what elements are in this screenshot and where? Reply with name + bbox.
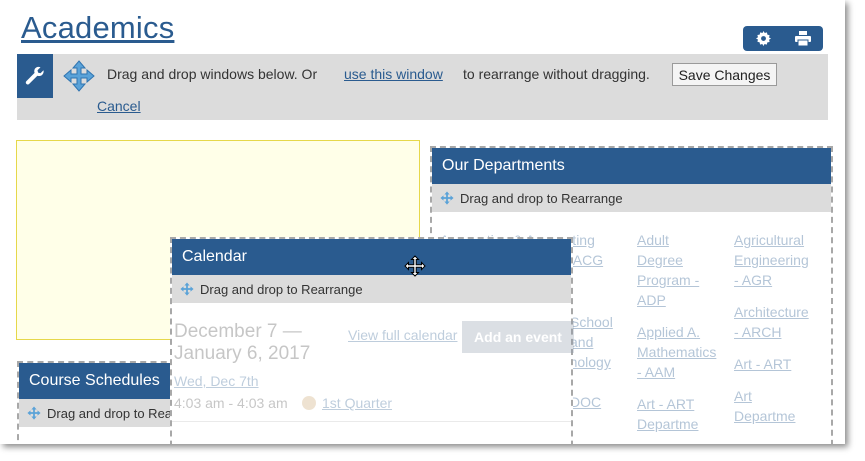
calendar-body: December 7 — January 6, 2017 View full c… (172, 303, 574, 444)
edit-instruction: Drag and drop windows below. Or (107, 66, 318, 82)
department-link[interactable]: Art - ART Departme (637, 394, 717, 434)
move-arrows-icon (63, 60, 95, 92)
page-title[interactable]: Academics (21, 10, 174, 46)
printer-icon (795, 31, 811, 46)
department-link[interactable]: Adult Degree Program - ADP (637, 230, 717, 310)
move-cursor-icon (404, 255, 426, 277)
settings-button[interactable] (743, 26, 783, 51)
department-link[interactable]: Art Departme (734, 386, 814, 426)
event-time: 4:03 am - 4:03 am (174, 395, 288, 411)
department-link[interactable]: Architecture - ARCH (734, 302, 814, 342)
move-arrows-icon (27, 406, 41, 420)
view-full-calendar-link[interactable]: View full calendar (348, 327, 457, 343)
drag-label: Drag and drop to Rearrange (200, 281, 363, 297)
window-title[interactable]: Our Departments (432, 148, 831, 184)
add-event-button[interactable]: Add an event (462, 321, 574, 353)
use-this-window-link[interactable]: use this window (344, 66, 443, 82)
department-link[interactable]: and (570, 332, 610, 352)
move-arrows-icon (180, 282, 194, 296)
drag-label: Drag and drop to Rea (47, 405, 173, 421)
department-link[interactable]: Agricultural Engineering - AGR (734, 230, 814, 290)
department-link[interactable]: Applied A. Mathematics - AAM (637, 322, 717, 382)
divider (172, 421, 572, 422)
drag-handle[interactable]: Drag and drop to Rearrange (432, 184, 831, 212)
print-button[interactable] (783, 26, 823, 51)
edit-layout-bar: Drag and drop windows below. Or use this… (17, 54, 828, 120)
wrench-icon (25, 66, 44, 85)
move-arrows-icon (440, 191, 454, 205)
calendar-day-link[interactable]: Wed, Dec 7th (174, 373, 259, 389)
course-schedules-window: Course Schedules Drag and drop to Rea (17, 361, 177, 444)
window-title[interactable]: Course Schedules (19, 363, 175, 399)
edit-instruction-tail: to rearrange without dragging. (463, 66, 650, 82)
gear-icon (755, 31, 771, 46)
drag-handle[interactable]: Drag and drop to Rearrange (172, 275, 571, 303)
wrench-button[interactable] (17, 54, 53, 98)
cancel-link[interactable]: Cancel (97, 98, 141, 114)
calendar-date-range: December 7 — January 6, 2017 (174, 321, 311, 364)
department-column: Agricultural Engineering - AGR Architect… (734, 230, 814, 438)
moon-phase-icon (302, 396, 316, 410)
department-link[interactable]: School (570, 312, 613, 332)
page-tools (743, 26, 823, 51)
drag-label: Drag and drop to Rearrange (460, 190, 623, 206)
department-column: Adult Degree Program - ADP Applied A. Ma… (637, 230, 717, 444)
page-frame: Academics Drag and drop windows below. O… (0, 0, 845, 444)
save-changes-button[interactable]: Save Changes (672, 63, 777, 86)
department-link[interactable]: Art - ART (734, 354, 814, 374)
department-link[interactable]: DOC (570, 392, 610, 412)
event-link[interactable]: 1st Quarter (322, 395, 392, 411)
drag-handle[interactable]: Drag and drop to Rea (19, 399, 175, 427)
window-title[interactable]: Calendar (172, 239, 571, 275)
calendar-window[interactable]: Calendar Drag and drop to Rearrange Dece… (170, 237, 574, 444)
